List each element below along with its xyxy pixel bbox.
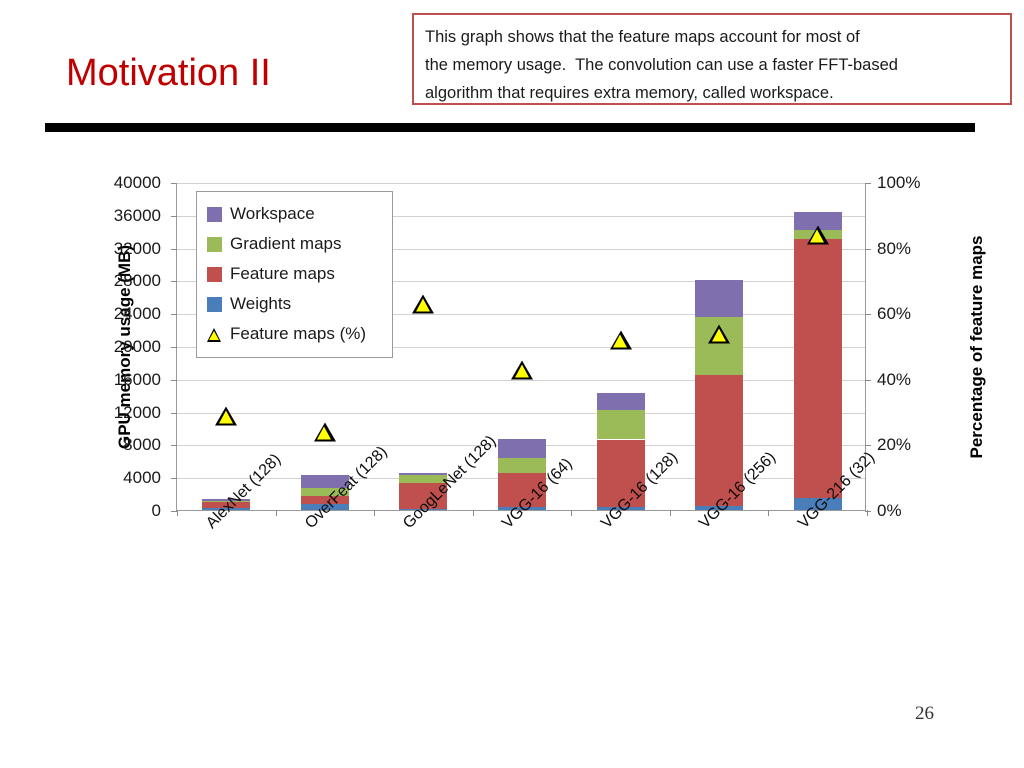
annotation-line-2: the memory usage. The convolution can us… (425, 56, 898, 74)
x-tick (177, 510, 178, 516)
legend-item: Feature maps (%) (207, 319, 384, 349)
feature-maps-percent-marker (412, 294, 435, 314)
y-tick (171, 314, 177, 316)
legend-swatch-icon (207, 236, 222, 252)
y-tick-label: 32000 (113, 238, 161, 258)
y-tick-label: 36000 (113, 205, 161, 225)
y2-tick-label: 20% (877, 435, 912, 455)
x-tick (275, 510, 277, 516)
annotation-line-1: This graph shows that the feature maps a… (425, 28, 860, 46)
legend-label: Workspace (230, 204, 315, 223)
y-tick (171, 183, 177, 184)
chart-legend: Workspace Gradient maps Feature maps Weight… (196, 191, 393, 358)
bar-segment-gradient (498, 458, 546, 474)
bar-segment-feature (793, 239, 842, 498)
y-tick-label: 20000 (113, 337, 161, 356)
page-title: Motivation II (66, 52, 271, 94)
y2-tick (865, 248, 871, 250)
x-tick (472, 510, 474, 516)
bar-segment-workspace (596, 392, 645, 410)
legend-item: Gradient maps (207, 229, 384, 259)
feature-maps-percent-marker (708, 324, 731, 344)
annotation-callout: This graph shows that the feature maps a… (412, 13, 1012, 105)
y2-axis-title: Percentage of feature maps (967, 235, 986, 458)
y2-tick (865, 511, 871, 512)
bar-segment-workspace (695, 280, 744, 318)
legend-label: Feature maps (%) (230, 324, 367, 343)
y-tick-label: 40000 (113, 173, 161, 192)
y2-tick-label: 100% (877, 173, 921, 192)
y-tick (171, 347, 177, 348)
y2-tick (865, 183, 871, 184)
y-tick-label: 4000 (123, 468, 161, 488)
y-tick (171, 281, 177, 283)
legend-item: Weights (207, 289, 384, 319)
feature-maps-percent-marker (806, 225, 829, 245)
y2-tick (865, 379, 871, 381)
y2-tick-label: 0% (877, 501, 902, 520)
feature-maps-percent-marker (313, 422, 336, 442)
y-tick (171, 478, 177, 480)
bar-stack (399, 182, 448, 510)
feature-maps-percent-marker (609, 330, 632, 350)
legend-label: Feature maps (230, 264, 335, 283)
legend-swatch-icon (207, 206, 222, 222)
triangle-icon (207, 327, 222, 342)
y-tick (171, 445, 177, 447)
page-number: 26 (915, 703, 934, 724)
y-tick-label: 12000 (113, 402, 161, 422)
y2-tick-label: 80% (877, 238, 912, 258)
y-tick-label: 0 (151, 501, 161, 520)
legend-swatch-icon (207, 296, 222, 312)
y-tick (171, 248, 177, 250)
y-tick-label: 8000 (123, 435, 161, 455)
bar-segment-workspace (399, 472, 448, 475)
y2-tick (865, 314, 871, 316)
y-tick-label: 24000 (113, 304, 161, 324)
slide-canvas: Motivation II This graph shows that the … (0, 0, 1024, 768)
legend-item: Feature maps (207, 259, 384, 289)
title-divider (45, 123, 975, 132)
y-tick-label: 28000 (113, 271, 161, 291)
legend-label: Weights (230, 294, 292, 313)
legend-label: Gradient maps (230, 234, 342, 253)
bar-segment-gradient (596, 409, 645, 440)
y-tick (171, 412, 177, 414)
feature-maps-percent-marker (511, 360, 533, 380)
annotation-line-3: algorithm that requires extra memory, ca… (425, 84, 834, 102)
bar-stack (498, 182, 546, 510)
x-tick (669, 510, 671, 516)
x-tick (571, 510, 573, 516)
bar-stack (695, 182, 744, 510)
x-tick (867, 510, 868, 516)
y2-tick-label: 40% (877, 369, 912, 389)
bar-segment-workspace (498, 439, 546, 459)
legend-swatch-icon (207, 266, 222, 282)
legend-item: Workspace (207, 199, 384, 229)
feature-maps-percent-marker (215, 406, 238, 426)
y-tick (171, 379, 177, 381)
x-tick (374, 510, 376, 516)
y2-tick-label: 60% (877, 304, 912, 324)
x-tick (768, 510, 770, 516)
y-tick-label: 16000 (113, 369, 161, 389)
y2-tick (865, 445, 871, 447)
y-tick (171, 215, 177, 217)
